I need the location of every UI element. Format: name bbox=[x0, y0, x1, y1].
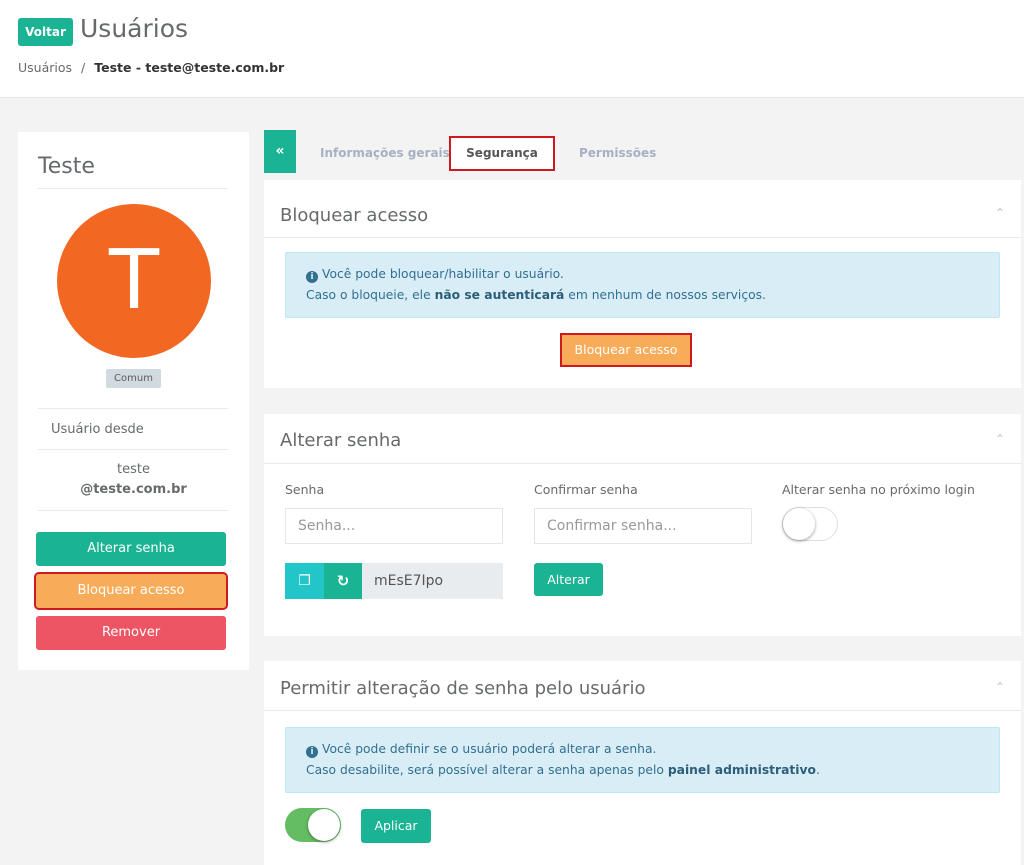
tab-security[interactable]: Segurança bbox=[449, 136, 555, 171]
divider bbox=[38, 188, 228, 189]
alert-bold-text: não se autenticará bbox=[434, 288, 565, 302]
back-button[interactable]: Voltar bbox=[18, 18, 73, 46]
copy-icon[interactable]: ❐ bbox=[285, 563, 324, 599]
divider bbox=[38, 510, 228, 511]
alert-line: Caso desabilite, será possível alterar a… bbox=[306, 760, 979, 781]
password-input[interactable]: Senha... bbox=[285, 508, 503, 544]
breadcrumb-separator: / bbox=[81, 60, 86, 75]
change-password-button[interactable]: Alterar senha bbox=[36, 532, 226, 566]
block-access-panel: Bloquear acesso ⌃ i Você pode bloquear/ha… bbox=[264, 180, 1021, 388]
panel-header[interactable]: Bloquear acesso ⌃ bbox=[264, 180, 1021, 238]
info-icon: i bbox=[306, 746, 318, 758]
chevron-up-icon[interactable]: ⌃ bbox=[995, 432, 1005, 446]
role-badge: Comum bbox=[106, 369, 161, 388]
confirm-password-label: Confirmar senha bbox=[534, 482, 638, 497]
next-login-label: Alterar senha no próximo login bbox=[782, 482, 975, 497]
alert-text: Você pode bloquear/habilitar o usuário. bbox=[322, 267, 564, 281]
change-password-panel: Alterar senha ⌃ Senha Senha... Confirmar… bbox=[264, 414, 1021, 636]
profile-name: Teste bbox=[38, 154, 95, 179]
allow-change-toggle[interactable] bbox=[285, 808, 341, 842]
profile-card: Teste T Comum Usuário desde teste @teste… bbox=[18, 132, 249, 670]
password-label: Senha bbox=[285, 482, 325, 497]
info-alert: i Você pode bloquear/habilitar o usuário.… bbox=[285, 252, 1000, 318]
panel-header[interactable]: Alterar senha ⌃ bbox=[264, 414, 1021, 464]
confirm-password-input[interactable]: Confirmar senha... bbox=[534, 508, 752, 544]
info-alert: i Você pode definir se o usuário poderá a… bbox=[285, 727, 1000, 793]
block-access-button[interactable]: Bloquear acesso bbox=[560, 333, 692, 367]
user-login: teste bbox=[117, 462, 150, 477]
tab-general-info[interactable]: Informações gerais bbox=[320, 136, 450, 171]
toggle-knob bbox=[783, 508, 815, 540]
collapse-toggle-button[interactable]: « bbox=[264, 130, 296, 173]
breadcrumb: Usuários / Teste - teste@teste.com.br bbox=[18, 60, 284, 75]
block-access-side-button[interactable]: Bloquear acesso bbox=[34, 572, 228, 610]
panel-title: Permitir alteração de senha pelo usuário bbox=[280, 678, 646, 699]
alert-text: . bbox=[815, 763, 820, 777]
panel-title: Alterar senha bbox=[280, 430, 402, 451]
page-title: Usuários bbox=[80, 14, 189, 43]
generated-password: mEsE7Ipo bbox=[362, 563, 503, 599]
breadcrumb-root[interactable]: Usuários bbox=[18, 60, 72, 75]
alert-bold-text: painel administrativo bbox=[667, 763, 816, 777]
alert-line: i Você pode bloquear/habilitar o usuário. bbox=[306, 264, 979, 285]
alert-text: em nenhum de nossos serviços. bbox=[564, 288, 766, 302]
remove-user-button[interactable]: Remover bbox=[36, 616, 226, 650]
apply-button[interactable]: Aplicar bbox=[361, 809, 431, 843]
divider bbox=[38, 449, 228, 450]
user-since-label: Usuário desde bbox=[51, 422, 144, 437]
divider bbox=[38, 408, 228, 409]
avatar: T bbox=[57, 204, 211, 358]
alert-line: i Você pode definir se o usuário poderá a… bbox=[306, 739, 979, 760]
alert-text: Caso o bloqueie, ele bbox=[306, 288, 435, 302]
info-icon: i bbox=[306, 271, 318, 283]
apply-password-button[interactable]: Alterar bbox=[534, 563, 603, 596]
allow-password-change-panel: Permitir alteração de senha pelo usuário… bbox=[264, 661, 1021, 865]
chevron-up-icon[interactable]: ⌃ bbox=[995, 206, 1005, 220]
toggle-knob bbox=[308, 809, 340, 841]
user-domain: @teste.com.br bbox=[80, 482, 187, 497]
page-header: Voltar Usuários Usuários / Teste - teste@t… bbox=[0, 0, 1024, 98]
panel-header[interactable]: Permitir alteração de senha pelo usuário… bbox=[264, 661, 1021, 711]
next-login-toggle[interactable] bbox=[782, 507, 838, 541]
panel-title: Bloquear acesso bbox=[280, 205, 429, 226]
breadcrumb-current: Teste - teste@teste.com.br bbox=[94, 60, 285, 75]
alert-line: Caso o bloqueie, ele não se autenticará … bbox=[306, 285, 979, 306]
refresh-icon[interactable]: ↻ bbox=[324, 563, 362, 599]
alert-text: Caso desabilite, será possível alterar a… bbox=[306, 763, 668, 777]
tab-permissions[interactable]: Permissões bbox=[579, 136, 656, 171]
alert-text: Você pode definir se o usuário poderá al… bbox=[322, 742, 657, 756]
chevron-up-icon[interactable]: ⌃ bbox=[995, 680, 1005, 694]
